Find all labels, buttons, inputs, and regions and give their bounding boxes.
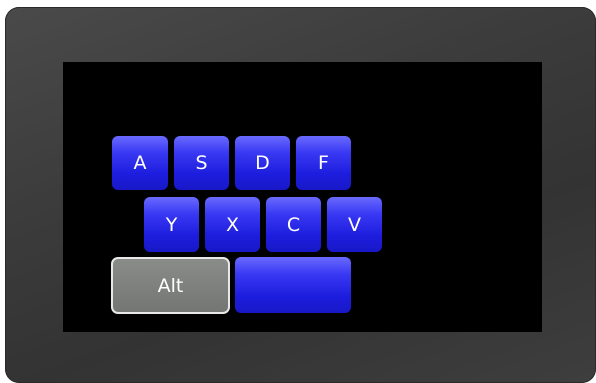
key-y[interactable]: Y — [144, 197, 199, 252]
key-x[interactable]: X — [205, 197, 260, 252]
key-c[interactable]: C — [266, 197, 321, 252]
alt-key[interactable]: Alt — [111, 257, 230, 314]
key-d[interactable]: D — [235, 136, 290, 190]
key-f[interactable]: F — [296, 136, 351, 190]
key-a[interactable]: A — [112, 136, 168, 190]
key-s[interactable]: S — [174, 136, 229, 190]
key-v[interactable]: V — [327, 197, 382, 252]
touch-screen: A S D F Y X C V Alt — [63, 62, 542, 332]
space-key[interactable] — [235, 257, 351, 313]
